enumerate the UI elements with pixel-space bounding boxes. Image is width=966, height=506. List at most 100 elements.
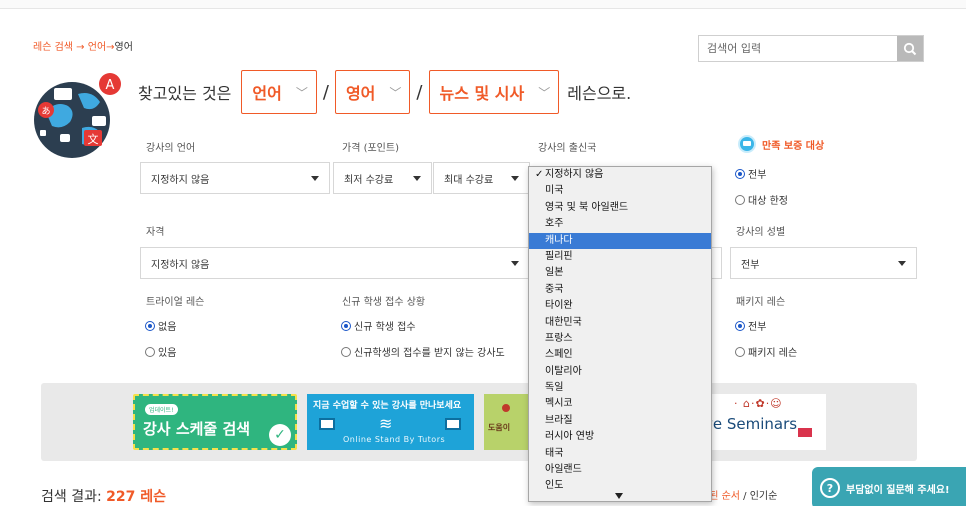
new-students-not-label: 신규학생의 접수를 받지 않는 강사도	[354, 348, 505, 359]
dropdown-option-label: 중국	[545, 283, 564, 295]
caret-down-icon	[311, 176, 319, 181]
dropdown-option-label: 이탈리아	[545, 365, 582, 377]
teacher-language-select[interactable]: 지정하지 않음	[140, 162, 330, 194]
new-students-not-radio[interactable]: 신규학생의 접수를 받지 않는 강사도	[341, 344, 505, 359]
trial-have-label: 있음	[158, 348, 177, 359]
dropdown-option[interactable]: 일본	[529, 265, 711, 281]
dropdown-option[interactable]: 이탈리아	[529, 364, 711, 380]
min-price-select[interactable]: 최저 수강료	[333, 162, 432, 194]
caret-down-icon	[511, 176, 519, 181]
caret-down-icon	[413, 176, 421, 181]
chevron-down-icon: ﹀	[538, 85, 551, 100]
dropdown-option-label: 대한민국	[545, 316, 582, 328]
new-students-accept-radio[interactable]: 신규 학생 접수	[341, 318, 416, 333]
dropdown-option[interactable]: 러시아 연방	[529, 429, 711, 445]
dropdown-option-label: 영국 및 북 아일랜드	[545, 201, 629, 213]
dropdown-option-label: 독일	[545, 382, 564, 394]
breadcrumb-arrow: →	[106, 42, 115, 53]
package-label: 패키지 레슨	[736, 297, 786, 308]
decor-book-icon	[798, 428, 812, 437]
dropdown-option[interactable]: 멕시코	[529, 396, 711, 412]
dropdown-option-label: 프랑스	[545, 332, 573, 344]
sub-language-select[interactable]: 영어 ﹀	[334, 70, 411, 114]
price-label: 가격 (포인트)	[342, 143, 399, 154]
search-button[interactable]	[897, 36, 923, 61]
trial-none-radio[interactable]: 없음	[145, 318, 176, 333]
schedule-search-banner[interactable]: 업데이트! 강사 스케줄 검색 ✓	[133, 394, 297, 450]
guarantee-label: 만족 보증 대상	[762, 140, 825, 152]
guarantee-all-radio[interactable]: 전부	[735, 166, 766, 181]
search-input[interactable]	[699, 36, 897, 61]
guarantee-all-label: 전부	[748, 170, 767, 181]
gender-select[interactable]: 전부	[730, 247, 917, 279]
teacher-language-label: 강사의 언어	[146, 143, 196, 154]
dropdown-option-label: 스페인	[545, 349, 573, 361]
breadcrumb-language[interactable]: 언어	[88, 42, 106, 53]
dropdown-option[interactable]: 아일랜드	[529, 462, 711, 478]
search-box	[698, 35, 924, 62]
package-lesson-radio[interactable]: 패키지 레슨	[735, 344, 797, 359]
trial-none-label: 없음	[158, 322, 177, 333]
package-all-radio[interactable]: 전부	[735, 318, 766, 333]
search-results: 검색 결과: 227 레슨	[41, 486, 166, 506]
dropdown-option-label: 호주	[545, 218, 564, 230]
svg-text:あ: あ	[41, 106, 50, 117]
caret-down-icon	[898, 261, 906, 266]
standby-tutors-banner[interactable]: 지금 수업할 수 있는 강사를 만나보세요 ≋ Online Stand By …	[307, 394, 474, 450]
lesson-category-value: 뉴스 및 시사	[439, 84, 525, 103]
dropdown-option[interactable]: 캐나다	[529, 232, 711, 249]
dropdown-option-label: 캐나다	[545, 234, 573, 246]
dropdown-option-label: 일본	[545, 267, 564, 279]
dropdown-option-label: 필리핀	[545, 250, 573, 262]
scroll-down-arrow-icon[interactable]	[615, 493, 623, 499]
dropdown-option-label: 타이완	[545, 300, 573, 312]
headline-slash: /	[416, 81, 423, 103]
update-tag: 업데이트!	[145, 404, 178, 415]
lesson-category-select[interactable]: 뉴스 및 시사 ﹀	[428, 70, 560, 114]
dropdown-option[interactable]: 호주	[529, 216, 711, 232]
dropdown-option[interactable]: 독일	[529, 380, 711, 396]
guarantee-limited-radio[interactable]: 대상 한정	[735, 192, 788, 207]
teacher-language-value: 지정하지 않음	[151, 174, 210, 186]
dropdown-option-label: 브라질	[545, 414, 573, 426]
guarantee-limited-label: 대상 한정	[748, 196, 788, 207]
dropdown-option[interactable]: 영국 및 북 아일랜드	[529, 200, 711, 216]
dropdown-option[interactable]: 프랑스	[529, 331, 711, 347]
help-chat-button[interactable]: ? 부담없이 질문해 주세요!	[812, 467, 966, 506]
results-label: 검색 결과:	[41, 489, 102, 505]
breadcrumb-lesson-search[interactable]: 레슨 검색	[33, 42, 73, 53]
dropdown-option[interactable]: 필리핀	[529, 249, 711, 265]
partial-banner-text: 도움이	[488, 423, 511, 432]
dropdown-option[interactable]: 대한민국	[529, 315, 711, 331]
radio-selected-icon	[341, 320, 351, 331]
radio-empty-icon	[735, 346, 745, 357]
dropdown-option[interactable]: ✓ 지정하지 않음	[529, 167, 711, 183]
breadcrumb-current: 영어	[114, 42, 133, 53]
max-price-select[interactable]: 최대 수강료	[433, 162, 530, 194]
qualification-select[interactable]: 지정하지 않음	[140, 247, 530, 279]
dropdown-option[interactable]: 태국	[529, 446, 711, 462]
origin-country-dropdown[interactable]: ✓ 지정하지 않음 미국영국 및 북 아일랜드호주캐나다필리핀일본중국타이완대한민국…	[528, 166, 712, 502]
new-students-label: 신규 학생 접수 상황	[342, 297, 426, 308]
dropdown-option[interactable]: 미국	[529, 183, 711, 199]
language-category-select[interactable]: 언어 ﹀	[241, 70, 317, 114]
svg-text:文: 文	[88, 132, 99, 146]
dropdown-option[interactable]: 스페인	[529, 347, 711, 363]
sub-language-value: 영어	[345, 84, 376, 103]
trial-have-radio[interactable]: 있음	[145, 344, 176, 359]
question-icon: ?	[820, 478, 840, 498]
partial-banner[interactable]: 도움이	[484, 394, 528, 450]
dropdown-option-label: 멕시코	[545, 398, 573, 410]
dropdown-option[interactable]: 중국	[529, 282, 711, 298]
help-label: 부담없이 질문해 주세요!	[846, 484, 950, 496]
breadcrumb: 레슨 검색 → 언어→영어	[33, 38, 133, 53]
seminars-banner[interactable]: · ⌂·✿·☺ ve Seminars	[700, 394, 826, 450]
dropdown-option[interactable]: 타이완	[529, 298, 711, 314]
dropdown-option-label: 아일랜드	[545, 464, 582, 476]
qualification-value: 지정하지 않음	[151, 259, 210, 271]
sort-popular[interactable]: 인기순	[750, 491, 778, 502]
svg-text:A: A	[106, 78, 115, 93]
dropdown-option[interactable]: 브라질	[529, 413, 711, 429]
standby-title: 지금 수업할 수 있는 강사를 만나보세요	[313, 401, 462, 411]
satisfaction-guarantee: 만족 보증 대상	[738, 135, 824, 153]
